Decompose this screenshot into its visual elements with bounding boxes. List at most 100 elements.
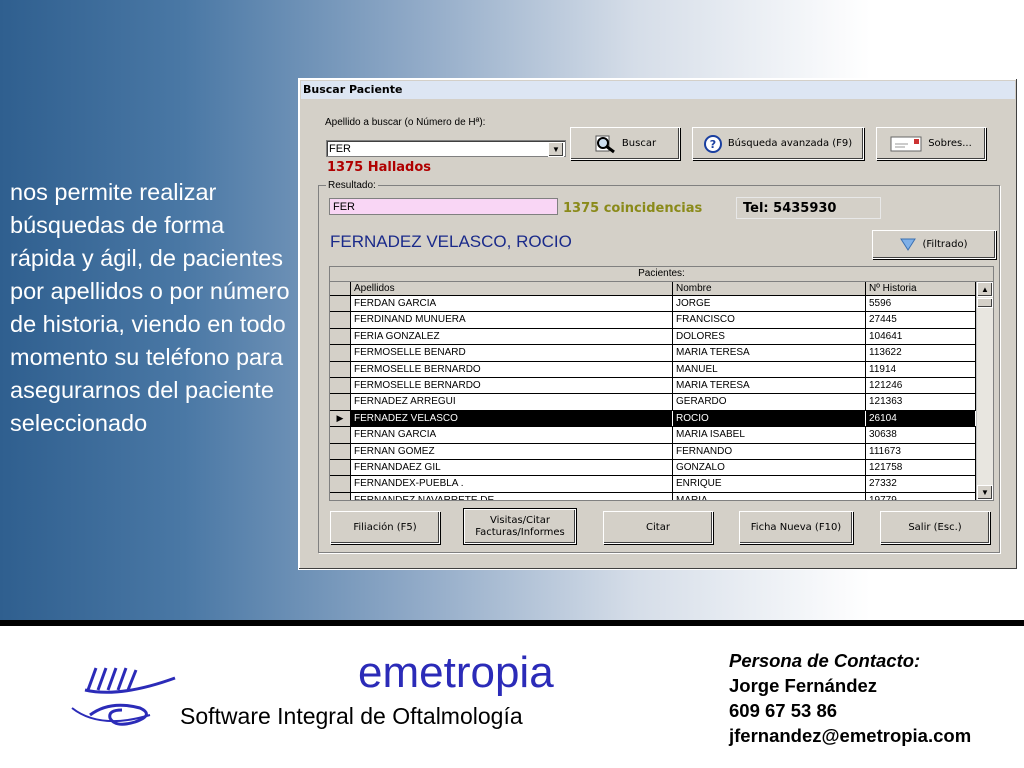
cell-apellidos: FERMOSELLE BERNARDO	[351, 377, 673, 394]
contact-email[interactable]: jfernandez@emetropia.com	[729, 723, 1014, 748]
cell-apellidos: FERMOSELLE BENARD	[351, 345, 673, 361]
cell-nombre: MARIA ISABEL	[673, 427, 866, 443]
cell-apellidos: FERNAN GOMEZ	[351, 443, 673, 459]
envelope-icon	[890, 136, 922, 151]
cell-historia: 121363	[866, 394, 976, 410]
cell-historia: 121758	[866, 459, 976, 476]
table-row[interactable]: FERNANDAEZ GIL GONZALO 121758	[330, 459, 976, 477]
row-marker[interactable]	[330, 296, 351, 312]
row-pointer-icon[interactable]: ▶	[330, 410, 351, 427]
column-header-historia[interactable]: Nº Historia	[866, 282, 976, 295]
row-marker[interactable]	[330, 361, 351, 377]
grid-scrollbar[interactable]: ▲ ▼	[976, 282, 993, 500]
cell-historia: 30638	[866, 427, 976, 443]
cell-nombre: MANUEL	[673, 361, 866, 377]
pacientes-grid[interactable]: Pacientes: Apellidos Nombre Nº Historia …	[329, 266, 994, 501]
table-row[interactable]: FERDINAND MUNUERA FRANCISCO 27445	[330, 312, 976, 329]
table-row[interactable]: ▶ FERNADEZ VELASCO ROCIO 26104	[330, 410, 976, 428]
resultado-label: Resultado:	[326, 180, 378, 191]
table-row[interactable]: FERNANDEX-PUEBLA . ENRIQUE 27332	[330, 476, 976, 493]
search-label: Apellido a buscar (o Número de Hª):	[325, 117, 486, 128]
chevron-down-icon[interactable]: ▼	[548, 142, 564, 157]
cell-historia: 19779	[866, 492, 976, 500]
cell-apellidos: FERDINAND MUNUERA	[351, 312, 673, 328]
row-marker[interactable]	[330, 443, 351, 459]
row-marker[interactable]	[330, 476, 351, 492]
cell-historia: 5596	[866, 296, 976, 312]
sobres-button[interactable]: Sobres...	[876, 127, 986, 160]
dialog-title[interactable]: Buscar Paciente	[301, 81, 1015, 99]
contact-block: Persona de Contacto: Jorge Fernández 609…	[729, 648, 1014, 748]
cell-nombre: MARIA TERESA	[673, 377, 866, 394]
search-input[interactable]: FER	[329, 143, 351, 155]
row-marker[interactable]	[330, 328, 351, 345]
filiacion-label: Filiación (F5)	[353, 522, 417, 533]
search-combo[interactable]: FER ▼	[326, 140, 566, 157]
cell-nombre: MARIA	[673, 492, 866, 500]
cell-apellidos: FERDAN GARCIA	[351, 296, 673, 312]
cell-apellidos: FERNADEZ ARREGUI	[351, 394, 673, 410]
row-marker[interactable]	[330, 394, 351, 410]
cell-historia: 104641	[866, 328, 976, 345]
cell-apellidos: FERNAN GARCIA	[351, 427, 673, 443]
header-marker	[330, 282, 351, 295]
cell-nombre: FERNANDO	[673, 443, 866, 459]
table-row[interactable]: FERMOSELLE BERNARDO MARIA TERESA 121246	[330, 377, 976, 395]
cell-apellidos: FERNANDEX-PUEBLA .	[351, 476, 673, 492]
buscar-label: Buscar	[621, 138, 657, 149]
ficha-nueva-label: Ficha Nueva (F10)	[750, 522, 842, 533]
tel-label: Tel:	[743, 201, 769, 216]
table-row[interactable]: FERNADEZ ARREGUI GERARDO 121363	[330, 394, 976, 411]
brand-tagline: Software Integral de Oftalmología	[180, 703, 523, 729]
coincidencias-count: 1375 coincidencias	[563, 201, 703, 216]
cell-historia: 27332	[866, 476, 976, 492]
cell-apellidos: FERMOSELLE BERNARDO	[351, 361, 673, 377]
grid-rows: FERDAN GARCIA JORGE 5596 FERDINAND MUNUERA F…	[330, 296, 976, 500]
contact-name: Jorge Fernández	[729, 675, 878, 696]
scroll-up-icon[interactable]: ▲	[977, 282, 993, 297]
busqueda-avanzada-label: Búsqueda avanzada (F9)	[727, 138, 853, 149]
cell-nombre: GERARDO	[673, 394, 866, 410]
table-row[interactable]: FERNAN GARCIA MARIA ISABEL 30638	[330, 427, 976, 444]
buscar-button[interactable]: Buscar	[570, 127, 680, 160]
busqueda-avanzada-button[interactable]: ? Búsqueda avanzada (F9)	[692, 127, 864, 160]
row-marker[interactable]	[330, 427, 351, 443]
table-row[interactable]: FERIA GONZALEZ DOLORES 104641	[330, 328, 976, 346]
filtrado-button[interactable]: (Filtrado)	[872, 230, 996, 259]
scroll-down-icon[interactable]: ▼	[977, 485, 993, 500]
table-row[interactable]: FERNAN GOMEZ FERNANDO 111673	[330, 443, 976, 460]
column-header-nombre[interactable]: Nombre	[673, 282, 866, 295]
contact-title: Persona de Contacto:	[729, 650, 921, 671]
svg-text:?: ?	[710, 138, 716, 151]
grid-header: Apellidos Nombre Nº Historia	[330, 282, 976, 296]
ficha-nueva-button[interactable]: Ficha Nueva (F10)	[739, 511, 853, 544]
row-marker[interactable]	[330, 492, 351, 500]
visitas-label-line2: Facturas/Informes	[475, 527, 565, 538]
visitas-citar-button[interactable]: Visitas/Citar Facturas/Informes	[464, 509, 576, 544]
row-marker[interactable]	[330, 345, 351, 361]
scroll-thumb[interactable]	[977, 298, 993, 308]
cell-historia: 113622	[866, 345, 976, 361]
cell-nombre: DOLORES	[673, 328, 866, 345]
filtrado-label: (Filtrado)	[922, 239, 968, 250]
cell-historia: 27445	[866, 312, 976, 328]
telefono-display: Tel: 5435930	[736, 197, 881, 219]
table-row[interactable]: FERMOSELLE BENARD MARIA TERESA 113622	[330, 345, 976, 362]
salir-button[interactable]: Salir (Esc.)	[880, 511, 990, 544]
cell-nombre: MARIA TERESA	[673, 345, 866, 361]
row-marker[interactable]	[330, 377, 351, 394]
cell-historia: 26104	[866, 410, 976, 427]
column-header-apellidos[interactable]: Apellidos	[351, 282, 673, 295]
filiacion-button[interactable]: Filiación (F5)	[330, 511, 440, 544]
row-marker[interactable]	[330, 459, 351, 476]
salir-label: Salir (Esc.)	[908, 522, 962, 533]
table-row[interactable]: FERNANDEZ NAVARRETE DE MARIA 19779	[330, 492, 976, 500]
table-row[interactable]: FERDAN GARCIA JORGE 5596	[330, 296, 976, 313]
help-icon: ?	[703, 134, 722, 153]
table-row[interactable]: FERMOSELLE BERNARDO MANUEL 11914	[330, 361, 976, 378]
citar-button[interactable]: Citar	[603, 511, 713, 544]
row-marker[interactable]	[330, 312, 351, 328]
emetropia-logo-icon	[71, 667, 176, 726]
result-input[interactable]: FER	[329, 198, 558, 215]
cell-nombre: ROCIO	[673, 410, 866, 427]
